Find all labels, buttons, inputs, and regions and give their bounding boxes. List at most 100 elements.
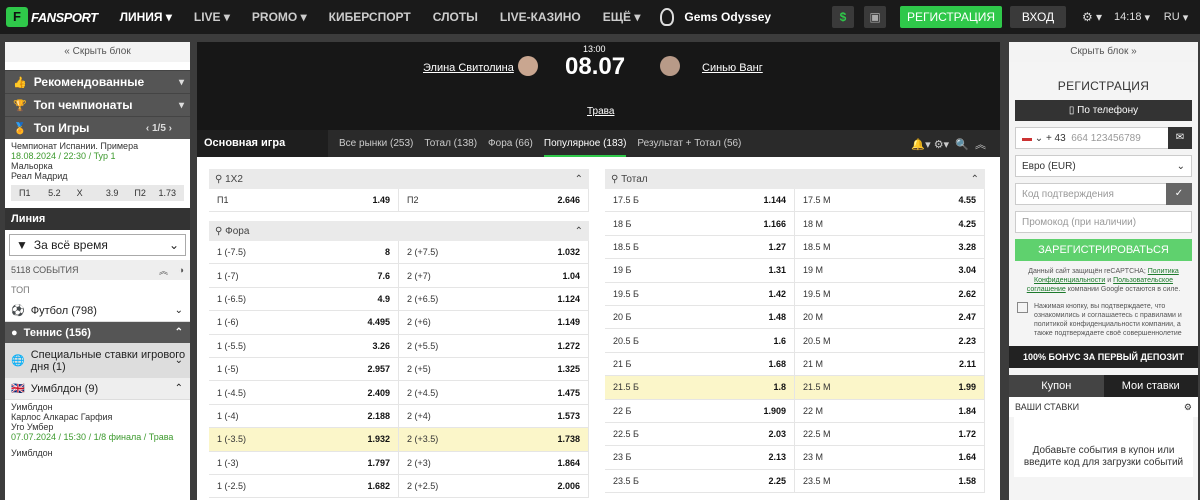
phone-field[interactable]: ▬ ⌄ + 43 664 123456789 ✉ — [1015, 127, 1192, 149]
special-bets[interactable]: 🌐 Специальные ставки игрового дня (1) ⌄ — [5, 344, 190, 378]
top-championships-section[interactable]: 🏆 Топ чемпионаты ▾ — [5, 93, 190, 116]
check-icon[interactable]: ✓ — [1166, 183, 1192, 205]
tab-coupon[interactable]: Купон — [1009, 375, 1104, 397]
odd-cell[interactable]: 20.5 М 2.23 — [795, 329, 985, 352]
agree-checkbox[interactable] — [1017, 302, 1028, 313]
wimbledon-match-card[interactable]: Уимблдон Карлос Алкарас Гарфия Уго Умбер… — [5, 400, 190, 460]
tab-result-total[interactable]: Результат + Тотал (56) — [637, 130, 741, 157]
odd-cell[interactable]: 22 М 1.84 — [795, 399, 985, 422]
market-header[interactable]: ⚲ Фора ⌃ — [209, 221, 589, 241]
odd-cell[interactable]: 1 (-5.5) 3.26 — [209, 334, 399, 357]
odd-x[interactable]: X 3.9 — [69, 188, 127, 198]
odd-cell[interactable]: 23.5 М 1.58 — [795, 469, 985, 493]
deposit-button[interactable]: $ — [832, 6, 854, 28]
odd-cell[interactable]: 18.5 Б 1.27 — [605, 235, 795, 259]
odd-cell[interactable]: 1 (-5) 2.957 — [209, 357, 399, 381]
odd-cell[interactable]: 2 (+7.5) 1.032 — [399, 241, 589, 264]
tab-tools[interactable]: 🔔▾ ⚙▾ 🔍 ︽ — [911, 136, 986, 152]
odd-cell[interactable]: 1 (-7) 7.6 — [209, 264, 399, 287]
pager[interactable]: ‹ 1/5 › — [146, 123, 172, 134]
odd-cell[interactable]: 20.5 Б 1.6 — [605, 329, 795, 352]
bonus-banner[interactable]: 100% БОНУС ЗА ПЕРВЫЙ ДЕПОЗИТ — [1009, 346, 1198, 368]
recommended-section[interactable]: 👍 Рекомендованные ▾ — [5, 70, 190, 93]
odd-cell[interactable]: 2 (+4) 1.573 — [399, 404, 589, 428]
odd-cell[interactable]: 23 Б 2.13 — [605, 446, 795, 469]
settings-gear-icon[interactable]: ⚙ ▾ — [1078, 6, 1106, 28]
odd-cell[interactable]: П2 2.646 — [399, 189, 589, 212]
odd-cell[interactable]: 23 М 1.64 — [795, 446, 985, 469]
odd-cell[interactable]: 18.5 М 3.28 — [795, 235, 985, 259]
surface-link[interactable]: Трава — [587, 106, 614, 117]
odd-cell[interactable]: 1 (-4.5) 2.409 — [209, 381, 399, 404]
odd-cell[interactable]: 19.5 М 2.62 — [795, 282, 985, 305]
odd-cell[interactable]: 2 (+4.5) 1.475 — [399, 381, 589, 404]
odd-cell[interactable]: 2 (+2.5) 2.006 — [399, 474, 589, 498]
nav-more[interactable]: ЕЩЁ ▾ — [603, 10, 641, 24]
odd-cell[interactable]: 17.5 М 4.55 — [795, 189, 985, 212]
odd-cell[interactable]: 22.5 Б 2.03 — [605, 422, 795, 446]
odd-cell[interactable]: П1 1.49 — [209, 189, 399, 212]
tab-total[interactable]: Тотал (138) — [424, 130, 477, 157]
by-phone-button[interactable]: ▯ По телефону — [1015, 100, 1192, 121]
odd-cell[interactable]: 18 Б 1.166 — [605, 212, 795, 235]
promo-code-input[interactable]: Промокод (при наличии) — [1015, 211, 1192, 233]
odd-cell[interactable]: 1 (-7.5) 8 — [209, 241, 399, 264]
wimbledon-league[interactable]: 🇬🇧 Уимблдон (9) ⌃ — [5, 378, 190, 400]
odd-cell[interactable]: 20 М 2.47 — [795, 305, 985, 329]
tab-handicap[interactable]: Фора (66) — [488, 130, 533, 157]
nav-live[interactable]: LIVE ▾ — [194, 10, 230, 24]
odd-cell[interactable]: 2 (+6.5) 1.124 — [399, 287, 589, 311]
register-button[interactable]: РЕГИСТРАЦИЯ — [900, 6, 1002, 28]
tab-my-bets[interactable]: Мои ставки — [1103, 375, 1198, 397]
tab-main-game[interactable]: Основная игра — [197, 130, 328, 157]
nav-line[interactable]: ЛИНИЯ ▾ — [120, 10, 172, 24]
gear-icon[interactable]: ⚙ — [1184, 397, 1192, 417]
odd-cell[interactable]: 17.5 Б 1.144 — [605, 189, 795, 212]
player2-link[interactable]: Синью Ванг — [702, 62, 763, 74]
odd-cell[interactable]: 2 (+5) 1.325 — [399, 357, 589, 381]
hide-left-button[interactable]: « Скрыть блок — [5, 42, 190, 62]
odd-cell[interactable]: 18 М 4.25 — [795, 212, 985, 235]
odd-cell[interactable]: 2 (+3.5) 1.738 — [399, 428, 589, 451]
odd-cell[interactable]: 21 М 2.11 — [795, 352, 985, 376]
odd-cell[interactable]: 21.5 Б 1.8 — [605, 376, 795, 399]
market-header[interactable]: ⚲ 1X2 ⌃ — [209, 169, 589, 189]
odd-cell[interactable]: 1 (-6) 4.495 — [209, 311, 399, 334]
tab-all-markets[interactable]: Все рынки (253) — [339, 130, 413, 157]
nav-promo[interactable]: PROMO ▾ — [252, 10, 307, 24]
odd-cell[interactable]: 2 (+5.5) 1.272 — [399, 334, 589, 357]
odd-cell[interactable]: 2 (+6) 1.149 — [399, 311, 589, 334]
odd-p2[interactable]: П2 1.73 — [126, 188, 184, 198]
period-select[interactable]: ▼ За всё время ⌄ — [9, 234, 186, 256]
featured-game[interactable]: Gems Odyssey — [660, 8, 771, 26]
top-games-section[interactable]: 🏅 Топ Игры ‹ 1/5 › — [5, 116, 190, 139]
confirmation-code-input[interactable]: Код подтверждения ✓ — [1015, 183, 1192, 205]
gift-icon[interactable]: ▣ — [864, 6, 886, 28]
language-select[interactable]: RU ▾ — [1164, 6, 1188, 28]
player1-link[interactable]: Элина Свитолина — [423, 62, 514, 74]
market-header[interactable]: ⚲ Тотал ⌃ — [605, 169, 985, 189]
currency-select[interactable]: Евро (EUR) ⌄ — [1015, 155, 1192, 177]
top-game-card[interactable]: Чемпионат Испании. Примера 18.08.2024 / … — [5, 139, 190, 203]
nav-esports[interactable]: КИБЕРСПОРТ — [329, 10, 411, 24]
logo[interactable]: F FANSPORT — [6, 7, 98, 27]
odd-cell[interactable]: 19.5 Б 1.42 — [605, 282, 795, 305]
odd-cell[interactable]: 22 Б 1.909 — [605, 399, 795, 422]
tab-popular[interactable]: Популярное (183) — [543, 130, 627, 157]
sport-tennis[interactable]: ● Теннис (156) ⌃ — [5, 322, 190, 344]
mail-icon[interactable]: ✉ — [1168, 127, 1192, 149]
odd-cell[interactable]: 19 М 3.04 — [795, 259, 985, 282]
odd-p1[interactable]: П1 5.2 — [11, 188, 69, 198]
odd-cell[interactable]: 1 (-3.5) 1.932 — [209, 428, 399, 451]
collapse-all-icon[interactable]: ︽ — [159, 264, 168, 277]
odd-cell[interactable]: 19 Б 1.31 — [605, 259, 795, 282]
login-button[interactable]: ВХОД — [1010, 6, 1066, 28]
nav-live-casino[interactable]: LIVE-КАЗИНО — [500, 10, 581, 24]
odd-cell[interactable]: 21 Б 1.68 — [605, 352, 795, 376]
globe-icon[interactable]: ◑ — [179, 265, 184, 275]
nav-slots[interactable]: СЛОТЫ — [433, 10, 478, 24]
hide-right-button[interactable]: Скрыть блок » — [1009, 42, 1198, 62]
odd-cell[interactable]: 1 (-2.5) 1.682 — [209, 474, 399, 498]
odd-cell[interactable]: 1 (-3) 1.797 — [209, 451, 399, 474]
odd-cell[interactable]: 1 (-4) 2.188 — [209, 404, 399, 428]
